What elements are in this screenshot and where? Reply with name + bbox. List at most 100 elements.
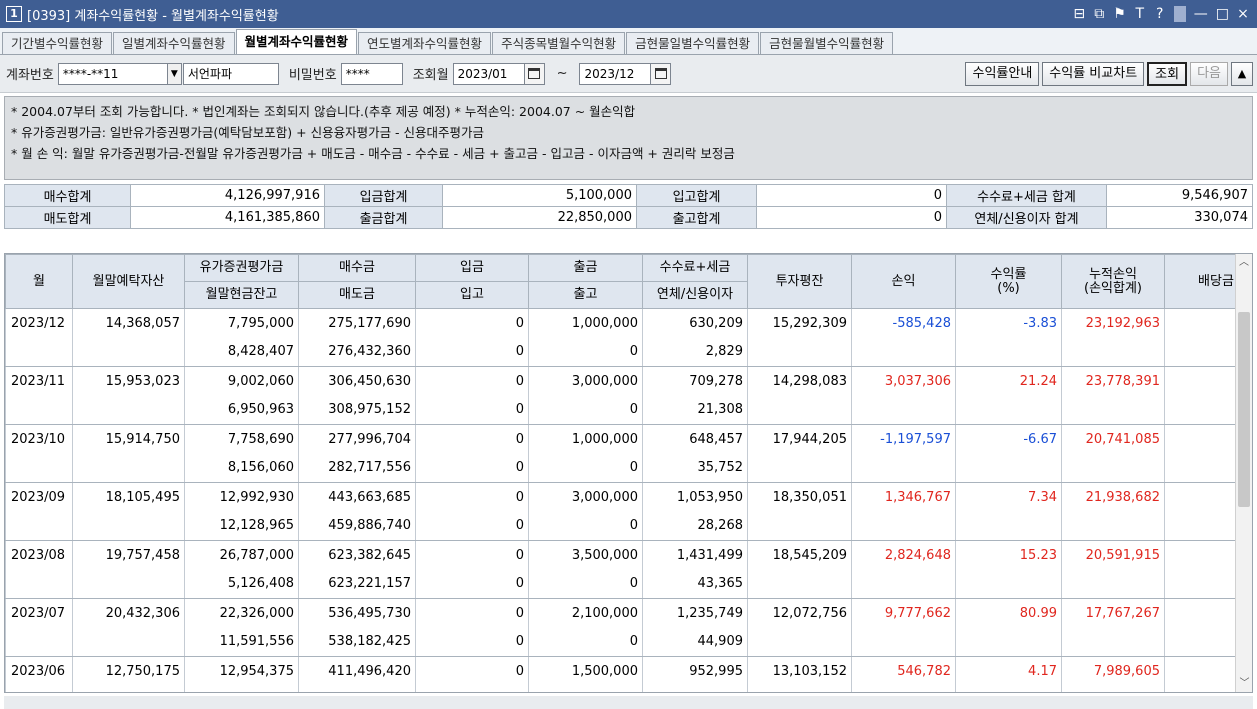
tab-daily-return[interactable]: 일별계좌수익률현황 [113, 32, 235, 54]
layout-icon[interactable]: ⊟ [1073, 6, 1085, 22]
tab-period-return[interactable]: 기간별수익률현황 [2, 32, 113, 54]
collapse-up-icon[interactable]: ▲ [1231, 61, 1253, 86]
next-button[interactable]: 다음 [1190, 61, 1228, 86]
cell-sell-amount: 308,975,152 [298, 395, 416, 425]
cell-return-rate: 7.34 [955, 482, 1062, 512]
account-dropdown-icon[interactable]: ▼ [167, 62, 182, 85]
cell-securities-eval: 9,002,060 [184, 366, 299, 396]
table-row[interactable]: 11,591,556 538,182,425 0 0 44,909 [5, 627, 1252, 657]
table-row[interactable]: 12,128,965 459,886,740 0 0 28,268 [5, 511, 1252, 541]
table-row[interactable]: 8,156,060 282,717,556 0 0 35,752 [5, 453, 1252, 483]
scroll-up-icon[interactable]: ︿ [1236, 254, 1252, 271]
table-row[interactable]: 2023/11 15,953,023 9,002,060 306,450,630 0 3,… [5, 366, 1252, 396]
table-row[interactable]: 2023/12 14,368,057 7,795,000 275,177,690 0 1,… [5, 308, 1252, 338]
cell-month-end-cash: 11,591,556 [184, 627, 299, 657]
table-row[interactable]: 2023/06 12,750,175 12,954,375 411,496,420 0 1… [5, 656, 1252, 686]
interest-total-label: 연체/신용이자 합계 [946, 206, 1107, 229]
table-row[interactable]: 6,950,963 308,975,152 0 0 21,308 [5, 395, 1252, 425]
help-icon[interactable]: ? [1154, 6, 1166, 22]
cell-avg-invest: 13,103,152 [747, 656, 852, 686]
maximize-icon[interactable]: □ [1216, 6, 1229, 22]
table-row[interactable]: 2023/10 15,914,750 7,758,690 277,996,704 0 1,… [5, 424, 1252, 454]
col-avg-invest[interactable]: 투자평잔 [747, 254, 852, 309]
cell-empty [1061, 395, 1165, 425]
scroll-thumb[interactable] [1238, 312, 1250, 507]
grid-body: 2023/12 14,368,057 7,795,000 275,177,690 0 1,… [5, 308, 1252, 692]
cell-buy-amount: 275,177,690 [298, 308, 416, 338]
cell-withdraw: 3,000,000 [528, 482, 643, 512]
from-calendar-button[interactable] [524, 62, 545, 85]
cell-fee-tax: 709,278 [642, 366, 748, 396]
account-input[interactable]: ****-**11 [57, 62, 168, 85]
col-cum-pnl[interactable]: 누적손익 (손익합계) [1061, 254, 1165, 309]
query-toolbar: 계좌번호 ****-**11 ▼ 서언파파 비밀번호 **** 조회월 2023… [0, 55, 1257, 93]
scroll-down-icon[interactable]: ﹀ [1236, 675, 1252, 692]
tab-monthly-return[interactable]: 월별계좌수익률현황 [235, 29, 358, 54]
cell-cum-pnl: 20,741,085 [1061, 424, 1165, 454]
col-deposit[interactable]: 입금 [415, 254, 529, 282]
link-icon[interactable]: ⧉ [1093, 6, 1105, 22]
cell-empty [955, 511, 1062, 541]
cell-empty [955, 685, 1062, 692]
cell-withdraw: 1,500,000 [528, 656, 643, 686]
return-guide-button[interactable]: 수익률안내 [965, 61, 1040, 86]
cell-sell-amount: 623,221,157 [298, 569, 416, 599]
to-month-input[interactable]: 2023/12 [579, 62, 652, 85]
compare-chart-button[interactable]: 수익률 비교차트 [1042, 61, 1145, 86]
cell-empty [1061, 685, 1165, 692]
cell-stock-out: 0 [528, 569, 643, 599]
cum-pnl-label: 누적손익 [1089, 266, 1137, 282]
query-button[interactable]: 조회 [1147, 61, 1188, 86]
cell-buy-amount: 277,996,704 [298, 424, 416, 454]
tab-gold-monthly[interactable]: 금현물월별수익률현황 [760, 32, 894, 54]
col-withdraw[interactable]: 출금 [528, 254, 643, 282]
cell-securities-eval: 12,954,375 [184, 656, 299, 686]
from-month-input[interactable]: 2023/01 [452, 62, 525, 85]
col-month-end-cash[interactable]: 월말현금잔고 [184, 281, 299, 309]
col-month[interactable]: 월 [5, 254, 73, 309]
col-buy-amount[interactable]: 매수금 [298, 254, 416, 282]
cell-return-rate: -3.83 [955, 308, 1062, 338]
cell-withdraw: 3,000,000 [528, 366, 643, 396]
close-icon[interactable]: × [1237, 6, 1249, 22]
monthly-return-grid: 월 월말예탁자산 유가증권평가금 매수금 입금 출금 수수료+세금 투자평잔 손… [4, 253, 1253, 693]
col-fee-tax[interactable]: 수수료+세금 [642, 254, 748, 282]
stock-out-total-label: 출고합계 [636, 206, 757, 229]
cell-pnl: 9,777,662 [851, 598, 956, 628]
cell-buy-amount: 306,450,630 [298, 366, 416, 396]
vertical-scrollbar[interactable]: ︿ ﹀ [1235, 254, 1252, 692]
cell-return-rate: 4.17 [955, 656, 1062, 686]
minimize-icon[interactable]: — [1194, 6, 1208, 22]
col-return-rate[interactable]: 수익률 (%) [955, 254, 1062, 309]
cell-interest: 28,268 [642, 511, 748, 541]
cell-empty [72, 627, 185, 657]
cell-securities-eval: 7,795,000 [184, 308, 299, 338]
table-row[interactable]: 8,428,407 276,432,360 0 0 2,829 [5, 337, 1252, 367]
to-calendar-button[interactable] [651, 62, 672, 85]
col-securities-eval[interactable]: 유가증권평가금 [184, 254, 299, 282]
password-input[interactable]: **** [340, 62, 403, 85]
col-pnl[interactable]: 손익 [851, 254, 956, 309]
col-stock-out[interactable]: 출고 [528, 281, 643, 309]
col-interest[interactable]: 연체/신용이자 [642, 281, 748, 309]
cell-securities-eval: 26,787,000 [184, 540, 299, 570]
cell-securities-eval: 12,992,930 [184, 482, 299, 512]
cell-empty [851, 685, 956, 692]
table-row[interactable]: 2023/07 20,432,306 22,326,000 536,495,730 0 2… [5, 598, 1252, 628]
table-row[interactable]: 2023/08 19,757,458 26,787,000 623,382,645 0 3… [5, 540, 1252, 570]
font-icon[interactable]: T [1134, 6, 1146, 22]
table-row[interactable]: 5,126,408 623,221,157 0 0 43,365 [5, 569, 1252, 599]
col-stock-in[interactable]: 입고 [415, 281, 529, 309]
tab-gold-daily[interactable]: 금현물일별수익률현황 [626, 32, 760, 54]
cell-interest: 31,147 [642, 685, 748, 692]
col-sell-amount[interactable]: 매도금 [298, 281, 416, 309]
cell-empty [5, 569, 73, 599]
status-bar [4, 696, 1253, 709]
table-row[interactable]: 7,396,924415,230,6990031,147 [5, 685, 1252, 692]
tab-stock-monthly[interactable]: 주식종목별월수익현황 [492, 32, 626, 54]
table-row[interactable]: 2023/09 18,105,495 12,992,930 443,663,685 0 3… [5, 482, 1252, 512]
tab-yearly-return[interactable]: 연도별계좌수익률현황 [358, 32, 492, 54]
cell-buy-amount: 443,663,685 [298, 482, 416, 512]
col-deposit-assets[interactable]: 월말예탁자산 [72, 254, 185, 309]
flag-icon[interactable]: ⚑ [1113, 6, 1126, 22]
